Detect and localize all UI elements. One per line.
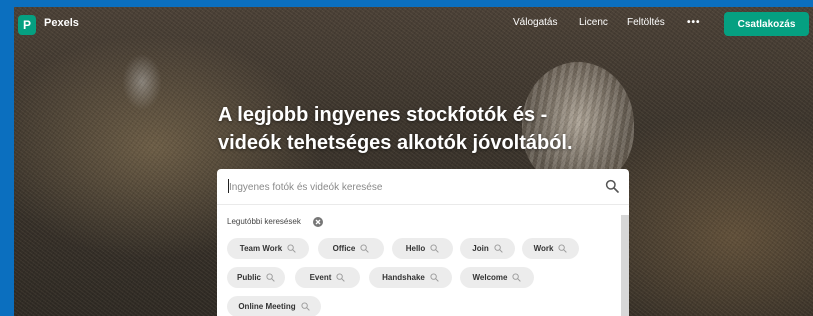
- search-icon: [336, 273, 346, 282]
- chip-label: Event: [309, 273, 332, 282]
- chip-label: Public: [236, 273, 261, 282]
- search-icon[interactable]: [605, 179, 619, 193]
- chip-label: Online Meeting: [238, 302, 296, 311]
- more-menu-icon[interactable]: •••: [687, 17, 701, 28]
- chip-label: Team Work: [239, 244, 283, 253]
- recent-chip[interactable]: Team Work: [227, 238, 309, 259]
- search-icon: [360, 244, 370, 253]
- recent-chip[interactable]: Hello: [392, 238, 453, 259]
- recent-chip[interactable]: Join: [460, 238, 515, 259]
- search-icon: [494, 244, 503, 253]
- join-button[interactable]: Csatlakozás: [724, 12, 809, 36]
- chip-label: Join: [472, 244, 489, 253]
- search-icon: [430, 244, 439, 253]
- search-input[interactable]: [227, 177, 591, 197]
- search-icon: [430, 273, 439, 282]
- dropdown-scrollbar[interactable]: [621, 215, 629, 316]
- recent-chip[interactable]: Public: [227, 267, 285, 288]
- recent-chip[interactable]: Online Meeting: [227, 296, 321, 316]
- chip-label: Work: [533, 244, 554, 253]
- search-icon: [512, 273, 522, 282]
- search-icon: [266, 273, 275, 282]
- search-bar: [217, 169, 629, 204]
- hero-heading-line-1: A legjobb ingyenes stockfotók és -: [218, 104, 548, 126]
- recent-searches-label: Legutóbbi keresések: [227, 217, 301, 226]
- recent-chip[interactable]: Event: [295, 267, 360, 288]
- chip-label: Handshake: [382, 273, 425, 282]
- hero-background: P Pexels Válogatás Licenc Feltöltés ••• …: [14, 7, 813, 316]
- recent-chip[interactable]: Welcome: [460, 267, 534, 288]
- hero-heading-line-2: videók tehetséges alkotók jóvoltából.: [218, 132, 573, 154]
- recent-chip[interactable]: Office: [318, 238, 384, 259]
- search-icon: [558, 244, 568, 253]
- search-icon: [301, 302, 310, 311]
- hero-heading: A legjobb ingyenes stockfotók és - videó…: [218, 101, 648, 157]
- search-icon: [287, 244, 296, 253]
- search-suggestions-dropdown: Legutóbbi keresések Team Work Office Hel…: [217, 204, 629, 316]
- brand-name[interactable]: Pexels: [44, 17, 79, 29]
- chip-label: Hello: [405, 244, 426, 253]
- recent-chip[interactable]: Handshake: [369, 267, 452, 288]
- pexels-logo-icon[interactable]: P: [18, 15, 36, 35]
- chip-label: Welcome: [472, 273, 508, 282]
- chip-label: Office: [332, 244, 356, 253]
- clear-history-icon[interactable]: [313, 217, 323, 227]
- nav-link-discover[interactable]: Válogatás: [513, 17, 557, 28]
- nav-link-upload[interactable]: Feltöltés: [627, 17, 665, 28]
- nav-link-license[interactable]: Licenc: [579, 17, 608, 28]
- recent-chip[interactable]: Work: [522, 238, 579, 259]
